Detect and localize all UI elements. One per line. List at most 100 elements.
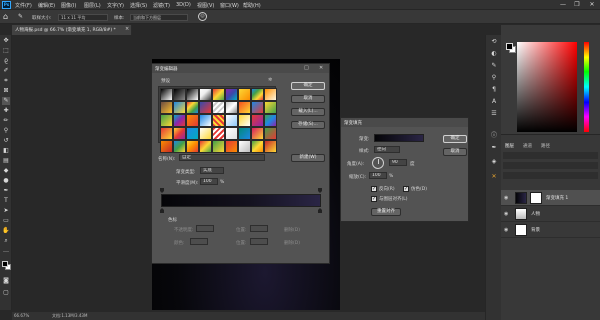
gradient-preset-swatch[interactable] (264, 127, 277, 140)
gradient-preset-swatch[interactable] (212, 114, 225, 127)
gradient-preset-swatch[interactable] (238, 88, 251, 101)
gradient-tool-icon[interactable]: ▤ (2, 157, 10, 165)
menu-select[interactable]: 选择(S) (130, 2, 147, 9)
opacity-field[interactable] (196, 225, 214, 232)
gradient-preset-swatch[interactable] (173, 140, 186, 153)
gradient-preset-swatch[interactable] (173, 101, 186, 114)
gradient-preset-swatch[interactable] (186, 88, 199, 101)
hue-slider[interactable] (584, 42, 589, 132)
gradient-preset-swatch[interactable] (238, 101, 251, 114)
delete-button[interactable]: 删除(D) (284, 227, 300, 233)
menu-layer[interactable]: 图层(L) (84, 2, 101, 9)
panel-foreground-swatch[interactable] (506, 43, 513, 50)
reset-align-button[interactable]: 重置对齐 (371, 208, 401, 216)
gradient-preset-swatch[interactable] (199, 140, 212, 153)
brush-panel-icon[interactable]: ✎ (490, 62, 498, 70)
minimize-button[interactable]: — (556, 0, 570, 10)
quick-select-tool-icon[interactable]: ✐ (2, 67, 10, 75)
menu-file[interactable]: 文件(F) (15, 2, 32, 9)
layer-row[interactable]: ◉ 渐变填充 1 (501, 190, 600, 206)
document-tab[interactable]: 人物海报.psd @ 66.7% (渐变填充 1, RGB/8#) * × (12, 25, 132, 35)
sample-size-select[interactable]: 11 x 11 平均 (58, 14, 108, 21)
opacity-stop-left[interactable] (160, 188, 164, 193)
more-tools-icon[interactable]: … (2, 247, 10, 255)
gradient-preset-swatch[interactable] (238, 140, 251, 153)
gradient-preset-swatch[interactable] (160, 127, 173, 140)
menu-3d[interactable]: 3D(D) (176, 2, 191, 8)
angle-field[interactable]: 90 (389, 159, 407, 166)
hand-tool-icon[interactable]: ✋ (2, 227, 10, 235)
lock-bar[interactable] (503, 172, 598, 179)
menu-filter[interactable]: 滤镜(T) (153, 2, 170, 9)
dodge-tool-icon[interactable]: ● (2, 177, 10, 185)
shape-tool-icon[interactable]: ▭ (2, 217, 10, 225)
gradient-preset-swatch[interactable] (186, 101, 199, 114)
smoothness-field[interactable]: 100 (200, 178, 218, 185)
new-button[interactable]: 新建(W) (291, 154, 325, 162)
gradient-preset-swatch[interactable] (251, 127, 264, 140)
save-button[interactable]: 存储(S)... (291, 121, 325, 129)
zoom-level[interactable]: 66.67% (14, 313, 29, 318)
menu-type[interactable]: 文字(Y) (107, 2, 124, 9)
quick-mask-icon[interactable]: ◙ (2, 277, 10, 285)
move-tool-icon[interactable]: ✥ (2, 37, 10, 45)
pen-tool-icon[interactable]: ✒ (2, 187, 10, 195)
home-icon[interactable]: ⌂ (3, 12, 8, 21)
menu-help[interactable]: 帮助(H) (243, 2, 261, 9)
menu-edit[interactable]: 编辑(E) (38, 2, 55, 9)
adjustments-icon[interactable]: ◐ (490, 50, 498, 58)
tools-icon[interactable]: ✕ (490, 173, 498, 181)
history-brush-icon[interactable]: ↺ (2, 137, 10, 145)
align-layer-checkbox[interactable]: ✓ (371, 196, 377, 202)
crop-tool-icon[interactable]: ⌗ (2, 77, 10, 85)
visibility-eye-icon[interactable]: ◉ (504, 195, 508, 201)
style-select[interactable]: 径向 (374, 146, 400, 153)
menu-window[interactable]: 窗口(W) (220, 2, 239, 9)
load-button[interactable]: 载入(L)... (291, 108, 325, 116)
path-select-icon[interactable]: ➤ (2, 207, 10, 215)
gradient-preset-swatch[interactable] (186, 114, 199, 127)
gradient-preset-swatch[interactable] (225, 127, 238, 140)
gradient-preset-swatch[interactable] (251, 114, 264, 127)
gradient-type-select[interactable]: 实底 (200, 167, 224, 174)
gradient-preset-swatch[interactable] (251, 101, 264, 114)
angle-dial[interactable] (372, 157, 384, 169)
clone-stamp-icon[interactable]: ⚲ (2, 127, 10, 135)
gradient-preset-swatch[interactable] (264, 114, 277, 127)
paths-icon[interactable]: ✒ (490, 144, 498, 152)
dither-checkbox[interactable]: ✓ (403, 186, 409, 192)
tab-layers[interactable]: 图层 (505, 143, 514, 149)
tab-channels[interactable]: 通道 (523, 143, 532, 149)
color-swatch-field[interactable] (190, 238, 208, 245)
character-icon[interactable]: A (490, 98, 498, 106)
sample-select[interactable]: 当前和下方图层 (130, 14, 188, 21)
maximize-button[interactable]: ❐ (570, 0, 584, 10)
maximize-dialog-icon[interactable]: □ (304, 65, 309, 71)
color-picker-field[interactable] (517, 42, 577, 132)
frame-tool-icon[interactable]: ⊠ (2, 87, 10, 95)
menu-image[interactable]: 图像(I) (61, 2, 76, 9)
reverse-checkbox[interactable]: ✓ (371, 186, 377, 192)
gradient-preset-swatch[interactable] (173, 114, 186, 127)
presets-gear-icon[interactable]: ✲ (268, 77, 272, 83)
close-tab-icon[interactable]: × (125, 26, 129, 32)
gradient-preset-swatch[interactable] (264, 88, 277, 101)
gradient-preset-swatch[interactable] (212, 127, 225, 140)
visibility-eye-icon[interactable]: ◉ (504, 227, 508, 233)
sample-ring-icon[interactable]: ◎ (198, 12, 207, 21)
color-stop-right[interactable] (318, 208, 322, 213)
name-field[interactable]: 自定 (179, 154, 265, 161)
close-app-button[interactable]: ✕ (585, 0, 599, 10)
screen-mode-icon[interactable]: ▢ (2, 289, 10, 297)
paragraph-icon[interactable]: ¶ (490, 86, 498, 94)
type-tool-icon[interactable]: T (2, 197, 10, 205)
ok-button[interactable]: 确定 (443, 135, 467, 143)
location-field[interactable] (250, 238, 268, 245)
gradient-preset-swatch[interactable] (264, 101, 277, 114)
gradient-preset-swatch[interactable] (251, 88, 264, 101)
gradient-preset-swatch[interactable] (199, 127, 212, 140)
gradient-preset-swatch[interactable] (160, 114, 173, 127)
gradient-preset-swatch[interactable] (212, 140, 225, 153)
blend-mode-bar[interactable] (503, 162, 598, 169)
layer-row[interactable]: ◉ 背景 (501, 222, 600, 238)
